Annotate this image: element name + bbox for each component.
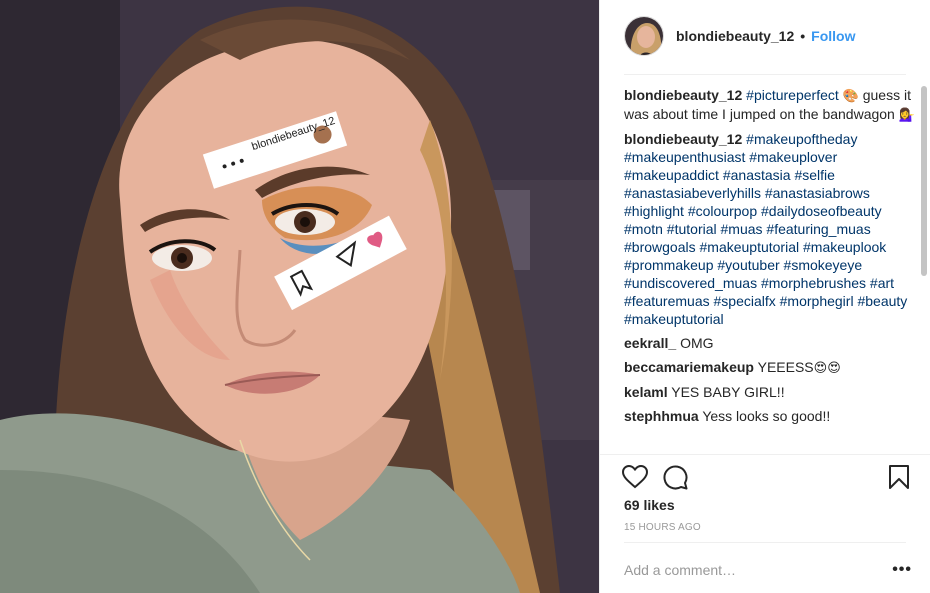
divider xyxy=(624,542,906,543)
add-comment-bar: ••• xyxy=(624,556,912,584)
separator-dot: • xyxy=(800,28,806,44)
selfie-illustration xyxy=(0,0,599,593)
comments-list[interactable]: blondiebeauty_12 #pictureperfect 🎨 guess… xyxy=(624,86,920,452)
comment-username[interactable]: eekrall_ xyxy=(624,335,676,351)
comment-username[interactable]: blondiebeauty_12 xyxy=(624,87,742,103)
comment-username[interactable]: stephhmua xyxy=(624,408,699,424)
post-info-panel: blondiebeauty_12 • Follow blondiebeauty_… xyxy=(599,0,930,593)
comment-text: YEEESS xyxy=(757,359,814,375)
post-timestamp[interactable]: 15 HOURS AGO xyxy=(624,522,701,533)
comment-username[interactable]: blondiebeauty_12 xyxy=(624,131,742,147)
list-item: beccamariemakeup YEEESS😍😍 xyxy=(624,358,920,377)
likes-count[interactable]: 69 likes xyxy=(624,497,675,513)
comment-hashtags[interactable]: #makeupoftheday #makeupenthusiast #makeu… xyxy=(624,131,907,327)
comments-scrollbar[interactable] xyxy=(921,86,927,276)
bookmark-icon xyxy=(889,465,909,489)
hashtag-comment: blondiebeauty_12 #makeupoftheday #makeup… xyxy=(624,130,920,328)
heart-icon xyxy=(622,465,648,489)
list-item: kelaml YES BABY GIRL!! xyxy=(624,383,920,401)
avatar[interactable] xyxy=(624,16,664,56)
speech-bubble-icon xyxy=(663,465,688,490)
avatar-image xyxy=(625,17,663,55)
instagram-post: blondiebeauty_12 blondiebeauty_12 • Foll… xyxy=(0,0,930,593)
more-options-button[interactable]: ••• xyxy=(892,561,912,579)
palette-emoji: 🎨 xyxy=(842,88,859,103)
divider xyxy=(624,74,906,75)
divider xyxy=(600,454,930,455)
action-bar xyxy=(620,460,914,494)
comment-username[interactable]: beccamariemakeup xyxy=(624,359,754,375)
post-header: blondiebeauty_12 • Follow xyxy=(600,0,930,72)
comment-username[interactable]: kelaml xyxy=(624,384,668,400)
comment-input[interactable] xyxy=(624,562,893,578)
list-item: stephhmua Yess looks so good!! xyxy=(624,407,920,425)
post-username[interactable]: blondiebeauty_12 xyxy=(676,28,794,44)
comment-hashtags[interactable]: #pictureperfect xyxy=(746,87,839,103)
comment-button[interactable] xyxy=(660,462,690,492)
comment-text: Yess looks so good!! xyxy=(702,408,831,424)
like-button[interactable] xyxy=(620,462,650,492)
woman-tipping-hand-emoji: 💁‍♀️ xyxy=(898,107,915,122)
list-item: eekrall_ OMG xyxy=(624,334,920,352)
post-photo[interactable]: blondiebeauty_12 xyxy=(0,0,599,593)
follow-button[interactable]: Follow xyxy=(811,28,855,44)
heart-eyes-emoji: 😍😍 xyxy=(813,360,841,375)
comment-text: YES BABY GIRL!! xyxy=(671,384,785,400)
caption-comment: blondiebeauty_12 #pictureperfect 🎨 guess… xyxy=(624,86,920,124)
save-button[interactable] xyxy=(884,462,914,492)
comment-text: OMG xyxy=(680,335,714,351)
